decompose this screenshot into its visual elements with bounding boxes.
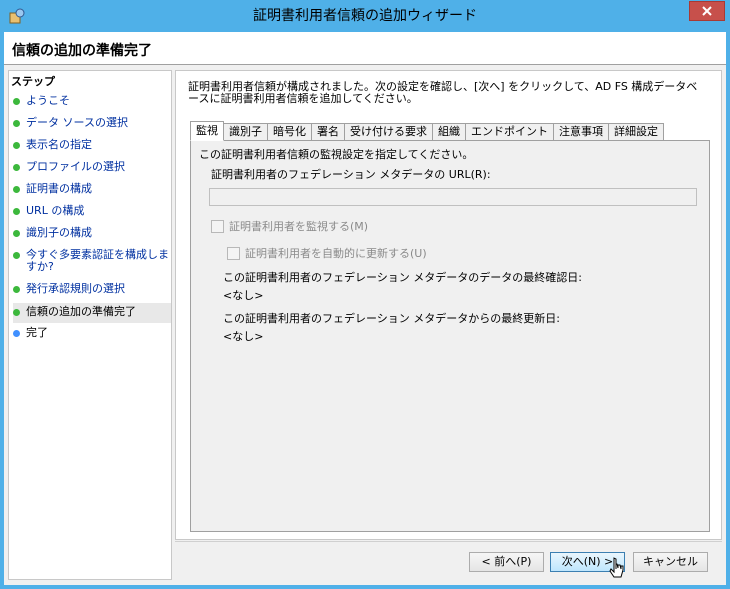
description-text: 証明書利用者信頼が構成されました。次の設定を確認し、[次へ] をクリックして、A… <box>188 80 698 105</box>
window-title: 証明書利用者信頼の追加ウィザード <box>253 8 477 24</box>
metadata-url-input[interactable] <box>209 188 697 206</box>
step-item[interactable]: 今すぐ多要素認証を構成しますか? <box>13 249 171 273</box>
url-label: 証明書利用者のフェデレーション メタデータの URL(R): <box>211 168 491 181</box>
step-status-icon <box>13 230 20 237</box>
tab-strip: 監視 識別子 暗号化 署名 受け付ける要求 組織 エンドポイント 注意事項 詳細… <box>190 121 664 141</box>
last-update-label: この証明書利用者のフェデレーション メタデータからの最終更新日: <box>223 312 560 325</box>
step-status-icon <box>13 120 20 127</box>
panel-intro: この証明書利用者信頼の監視設定を指定してください。 <box>199 148 474 161</box>
close-button[interactable] <box>689 1 725 21</box>
step-status-icon <box>13 186 20 193</box>
tab-notes[interactable]: 注意事項 <box>553 123 609 141</box>
step-status-icon <box>13 164 20 171</box>
footer-divider <box>175 541 722 542</box>
steps-title: ステップ <box>11 75 55 88</box>
step-item[interactable]: URL の構成 <box>13 205 171 217</box>
page-header: 信頼の追加の準備完了 <box>4 32 726 65</box>
monitor-label: 証明書利用者を監視する(M) <box>229 220 369 233</box>
last-update-value: <なし> <box>223 330 264 343</box>
tab-signature[interactable]: 署名 <box>311 123 345 141</box>
step-status-icon <box>13 309 20 316</box>
last-check-value: <なし> <box>223 289 264 302</box>
tab-accepted-claims[interactable]: 受け付ける要求 <box>344 123 433 141</box>
client-area: 信頼の追加の準備完了 ステップ ようこそ データ ソースの選択 表示名の指定 プ… <box>4 32 726 585</box>
wizard-window: 証明書利用者信頼の追加ウィザード 信頼の追加の準備完了 ステップ ようこそ デー… <box>0 0 730 589</box>
step-status-icon <box>13 142 20 149</box>
monitor-checkbox[interactable] <box>211 219 224 233</box>
tab-organization[interactable]: 組織 <box>432 123 466 141</box>
page-title: 信頼の追加の準備完了 <box>12 43 152 59</box>
step-item[interactable]: プロファイルの選択 <box>13 161 171 173</box>
tab-identifiers[interactable]: 識別子 <box>223 123 268 141</box>
auto-update-checkbox[interactable] <box>227 246 240 260</box>
tab-encryption[interactable]: 暗号化 <box>267 123 312 141</box>
step-status-icon <box>13 286 20 293</box>
step-item[interactable]: 識別子の構成 <box>13 227 171 239</box>
content-panel: 証明書利用者信頼が構成されました。次の設定を確認し、[次へ] をクリックして、A… <box>175 70 722 540</box>
step-item[interactable]: 表示名の指定 <box>13 139 171 151</box>
step-item[interactable]: 完了 <box>13 327 171 339</box>
step-item-current[interactable]: 信頼の追加の準備完了 <box>13 303 171 323</box>
back-button[interactable]: < 前へ(P) <box>469 552 544 572</box>
mouse-cursor-icon <box>609 557 624 578</box>
step-item[interactable]: データ ソースの選択 <box>13 117 171 129</box>
tab-endpoints[interactable]: エンドポイント <box>465 123 554 141</box>
close-icon <box>702 6 712 16</box>
last-check-label: この証明書利用者のフェデレーション メタデータのデータの最終確認日: <box>223 271 582 284</box>
step-status-icon <box>13 208 20 215</box>
title-bar[interactable]: 証明書利用者信頼の追加ウィザード <box>0 0 730 32</box>
auto-update-checkbox-row[interactable]: 証明書利用者を自動的に更新する(U) <box>227 245 427 261</box>
tab-advanced[interactable]: 詳細設定 <box>608 123 664 141</box>
step-status-icon <box>13 330 20 337</box>
cancel-button[interactable]: キャンセル <box>633 552 708 572</box>
step-status-icon <box>13 98 20 105</box>
tab-monitoring[interactable]: 監視 <box>190 121 224 141</box>
auto-update-label: 証明書利用者を自動的に更新する(U) <box>245 247 427 260</box>
steps-panel: ステップ ようこそ データ ソースの選択 表示名の指定 プロファイルの選択 証明… <box>8 70 172 580</box>
step-item[interactable]: 発行承認規則の選択 <box>13 283 171 295</box>
step-item[interactable]: ようこそ <box>13 95 171 107</box>
monitoring-tab-panel: この証明書利用者信頼の監視設定を指定してください。 証明書利用者のフェデレーショ… <box>190 140 710 532</box>
step-item[interactable]: 証明書の構成 <box>13 183 171 195</box>
step-status-icon <box>13 252 20 259</box>
monitor-checkbox-row[interactable]: 証明書利用者を監視する(M) <box>211 218 368 234</box>
